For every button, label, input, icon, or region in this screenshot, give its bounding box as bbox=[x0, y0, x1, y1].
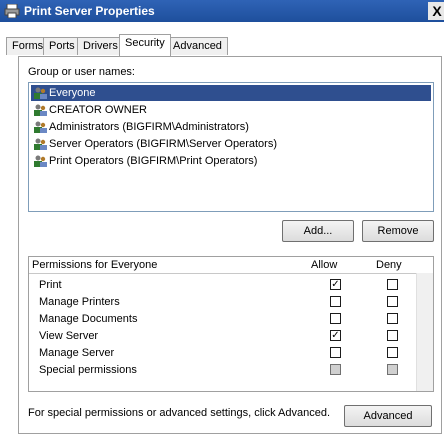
permission-name: Manage Documents bbox=[39, 313, 138, 325]
tab-security[interactable]: Security bbox=[119, 34, 171, 56]
permission-row-print: Print ✓ bbox=[29, 276, 433, 293]
allow-checkbox[interactable] bbox=[330, 296, 341, 307]
advanced-hint-text: For special permissions or advanced sett… bbox=[28, 407, 331, 419]
group-icon bbox=[34, 104, 47, 116]
permission-name: Manage Printers bbox=[39, 296, 120, 308]
deny-checkbox[interactable] bbox=[387, 313, 398, 324]
permissions-list: Permissions for Everyone Allow Deny Prin… bbox=[28, 256, 434, 392]
group-icon bbox=[34, 138, 47, 150]
group-icon bbox=[34, 155, 47, 167]
user-name: Everyone bbox=[49, 87, 96, 99]
add-button[interactable]: Add... bbox=[282, 220, 354, 242]
allow-column-header: Allow bbox=[311, 259, 338, 271]
permission-name: View Server bbox=[39, 330, 99, 342]
deny-checkbox[interactable] bbox=[387, 347, 398, 358]
group-icon bbox=[34, 121, 47, 133]
permission-row-manage-server: Manage Server bbox=[29, 344, 433, 361]
permission-name: Manage Server bbox=[39, 347, 115, 359]
user-item-print-operators[interactable]: Print Operators (BIGFIRM\Print Operators… bbox=[31, 153, 261, 169]
remove-button[interactable]: Remove bbox=[362, 220, 434, 242]
title-bar: Print Server Properties X bbox=[0, 0, 444, 22]
permission-row-manage-printers: Manage Printers bbox=[29, 293, 433, 310]
allow-checkbox bbox=[330, 364, 341, 375]
user-name: Administrators (BIGFIRM\Administrators) bbox=[49, 121, 249, 133]
permissions-header: Permissions for Everyone Allow Deny bbox=[29, 257, 433, 274]
deny-column-header: Deny bbox=[376, 259, 402, 271]
allow-checkbox[interactable] bbox=[330, 313, 341, 324]
deny-checkbox[interactable] bbox=[387, 330, 398, 341]
allow-checkbox[interactable]: ✓ bbox=[330, 279, 341, 290]
tab-advanced[interactable]: Advanced bbox=[167, 37, 228, 55]
deny-checkbox[interactable] bbox=[387, 296, 398, 307]
scrollbar[interactable] bbox=[416, 273, 433, 391]
tab-ports[interactable]: Ports bbox=[43, 37, 81, 55]
user-name: Server Operators (BIGFIRM\Server Operato… bbox=[49, 138, 277, 150]
deny-checkbox[interactable] bbox=[387, 279, 398, 290]
user-item-everyone[interactable]: Everyone bbox=[31, 85, 431, 101]
permission-row-special-permissions: Special permissions bbox=[29, 361, 433, 378]
allow-checkbox[interactable] bbox=[330, 347, 341, 358]
tab-drivers[interactable]: Drivers bbox=[77, 37, 124, 55]
user-item-administrators[interactable]: Administrators (BIGFIRM\Administrators) bbox=[31, 119, 253, 135]
window-title: Print Server Properties bbox=[24, 4, 155, 18]
group-icon bbox=[34, 87, 47, 99]
permission-row-manage-documents: Manage Documents bbox=[29, 310, 433, 327]
user-item-server-operators[interactable]: Server Operators (BIGFIRM\Server Operato… bbox=[31, 136, 281, 152]
user-item-creator-owner[interactable]: CREATOR OWNER bbox=[31, 102, 151, 118]
permissions-for-label: Permissions for Everyone bbox=[32, 259, 158, 271]
deny-checkbox bbox=[387, 364, 398, 375]
user-name: CREATOR OWNER bbox=[49, 104, 147, 116]
allow-checkbox[interactable]: ✓ bbox=[330, 330, 341, 341]
permission-name: Special permissions bbox=[39, 364, 137, 376]
permission-name: Print bbox=[39, 279, 62, 291]
group-or-user-names-label: Group or user names: bbox=[28, 66, 135, 78]
advanced-button[interactable]: Advanced bbox=[344, 405, 432, 427]
permission-row-view-server: View Server ✓ bbox=[29, 327, 433, 344]
user-list[interactable]: Everyone CREATOR OWNER Administrators (B… bbox=[28, 82, 434, 212]
user-name: Print Operators (BIGFIRM\Print Operators… bbox=[49, 155, 258, 167]
close-button[interactable]: X bbox=[428, 2, 444, 20]
printer-icon bbox=[4, 4, 20, 18]
